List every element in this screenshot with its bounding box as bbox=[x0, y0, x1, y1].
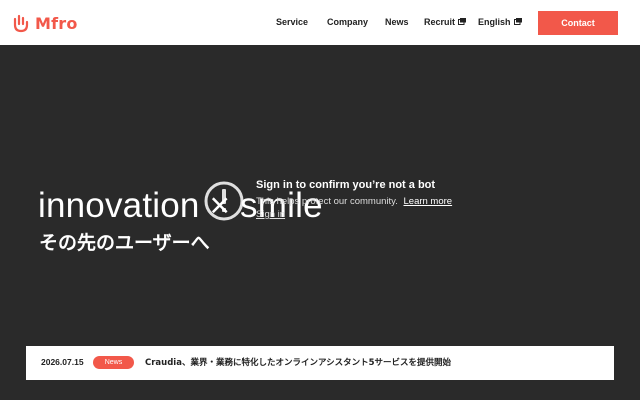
hero-subtitle: その先のユーザーへ bbox=[39, 232, 210, 254]
news-date: 2026.07.15 bbox=[41, 357, 84, 367]
nav-item-english[interactable]: English bbox=[478, 17, 522, 27]
external-window-icon bbox=[513, 17, 522, 27]
brand-name: Mfro bbox=[35, 13, 78, 33]
news-ticker[interactable]: 2026.07.15 News Craudia、業界・業務に特化したオンラインア… bbox=[26, 346, 614, 380]
bot-check-message: This helps protect our community. bbox=[256, 196, 398, 207]
nav-item-label: Company bbox=[327, 17, 369, 27]
site-header: Mfro Service Company News Recruit Englis… bbox=[0, 0, 640, 45]
nav-item-label: Service bbox=[276, 17, 309, 27]
nav-item-recruit[interactable]: Recruit bbox=[424, 17, 467, 27]
alert-circle-icon bbox=[203, 180, 245, 227]
bot-check-text: This helps protect our community. Learn … bbox=[256, 196, 452, 207]
nav-item-company[interactable]: Company bbox=[327, 17, 368, 27]
nav-item-label: Recruit bbox=[424, 17, 456, 27]
nav-item-service[interactable]: Service bbox=[276, 17, 308, 27]
contact-button[interactable]: Contact bbox=[538, 11, 618, 35]
nav-item-label: News bbox=[385, 17, 409, 27]
sign-in-link[interactable]: Sign in bbox=[256, 209, 285, 220]
news-headline-link[interactable]: Craudia、業界・業務に特化したオンラインアシスタント5サービスを提供開始 bbox=[145, 356, 451, 368]
news-category-badge: News bbox=[93, 356, 134, 369]
nav-item-news[interactable]: News bbox=[385, 17, 409, 27]
hand-logo-icon bbox=[11, 13, 31, 33]
bot-check-title: Sign in to confirm you’re not a bot bbox=[256, 179, 436, 191]
brand-logo[interactable]: Mfro bbox=[11, 12, 78, 34]
nav-item-label: English bbox=[478, 17, 511, 27]
learn-more-link[interactable]: Learn more bbox=[404, 196, 453, 207]
external-window-icon bbox=[458, 17, 467, 27]
